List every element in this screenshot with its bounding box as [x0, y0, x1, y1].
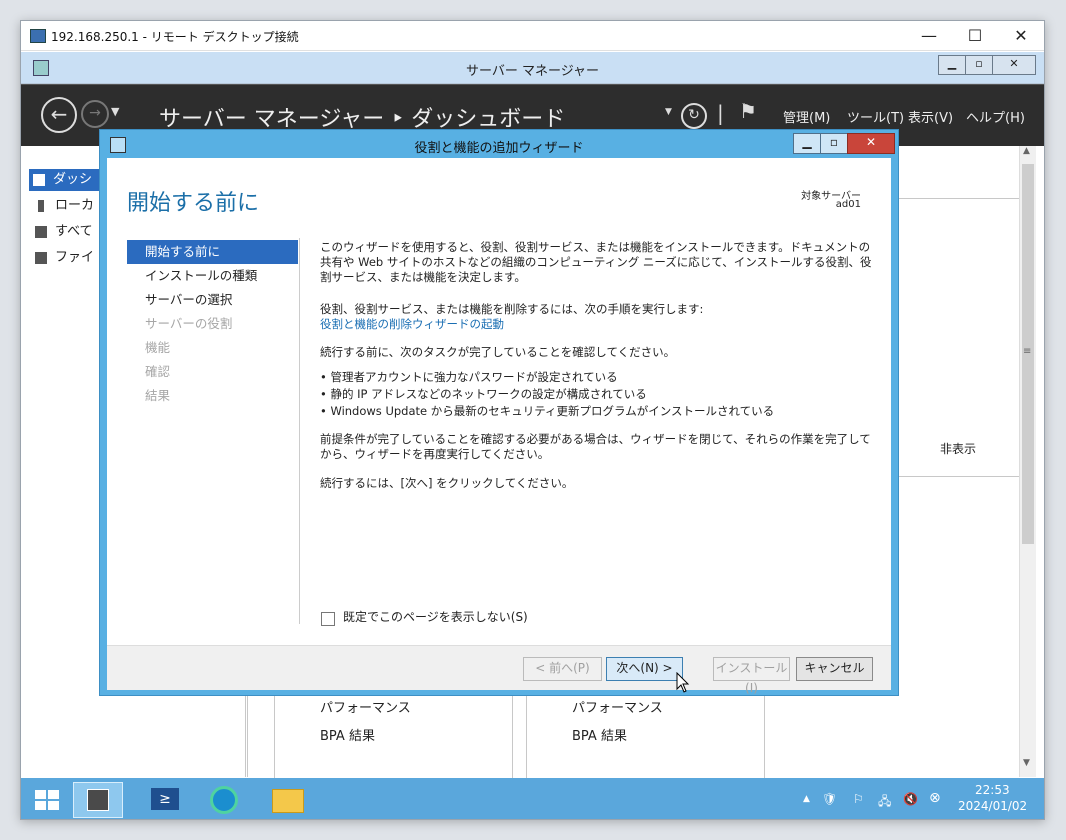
divider [247, 691, 248, 777]
server-icon [38, 199, 44, 212]
sm-maximize-button[interactable]: ▫ [965, 55, 993, 75]
page-title: 開始する前に [127, 191, 260, 216]
bullet-icon: • [320, 404, 331, 418]
step-features: 機能 [145, 340, 171, 355]
notification-x-icon[interactable]: ⊗ [929, 790, 941, 806]
previous-button[interactable]: < 前へ(P) [523, 657, 602, 681]
rdp-minimize-button[interactable]: — [906, 21, 952, 51]
tile-performance-label[interactable]: パフォーマンス [320, 697, 411, 716]
intro-text: このウィザードを使用すると、役割、役割サービス、または機能をインストールできます… [320, 240, 872, 284]
file-services-icon [35, 251, 47, 264]
clock-time[interactable]: 22:53 [975, 783, 1010, 797]
wizard-close-button[interactable]: ✕ [847, 133, 895, 154]
wizard-body: 開始する前に 対象サーバー ad01 開始する前に インストールの種類 サーバー… [107, 158, 891, 645]
skip-page-checkbox[interactable] [321, 612, 335, 626]
wizard-minimize-button[interactable]: ▁ [793, 133, 821, 154]
sidebar-item-label: ファイ [55, 250, 95, 265]
welcome-tile: 非表示 [892, 198, 1020, 477]
sm-scrollbar[interactable]: ▲ ≡ ▼ [1019, 146, 1036, 777]
prerequisite-text: 前提条件が完了していることを確認する必要がある場合は、ウィザードを閉じて、それら… [320, 432, 871, 461]
security-shield-icon[interactable]: 🛡 [822, 792, 837, 806]
bullet-icon: • [320, 387, 331, 401]
tray-chevron-up-icon[interactable]: ▲ [803, 794, 810, 804]
remove-wizard-link[interactable]: 役割と機能の削除ウィザードの起動 [320, 317, 880, 332]
sm-title-text: サーバー マネージャー [465, 64, 600, 79]
continue-text: 続行するには、[次へ] をクリックしてください。 [320, 476, 574, 490]
hide-link[interactable]: 非表示 [940, 440, 976, 457]
step-server-roles: サーバーの役割 [145, 316, 233, 331]
bullet-text: 静的 IP アドレスなどのネットワークの設定が構成されている [330, 387, 647, 401]
bullet-item: • Windows Update から最新のセキュリティ更新プログラムがインスト… [320, 404, 880, 419]
menu-manage[interactable]: 管理(M) [783, 107, 830, 126]
start-windows-icon[interactable] [23, 782, 71, 816]
back-arrow-icon[interactable]: ← [41, 97, 77, 133]
sidebar-item-label: ローカ [55, 198, 95, 213]
bullet-item: • 管理者アカウントに強力なパスワードが設定されている [320, 370, 880, 385]
sidebar-item-label: すべて [55, 224, 93, 239]
next-button[interactable]: 次へ(N) > [606, 657, 683, 681]
edge-icon[interactable] [201, 782, 249, 816]
clock-date[interactable]: 2024/01/02 [958, 799, 1027, 813]
steps-divider [299, 238, 300, 624]
menu-view[interactable]: 表示(V) [908, 107, 953, 126]
tile-bpa-label[interactable]: BPA 結果 [572, 725, 627, 744]
server-tile-1: パフォーマンス BPA 結果 [274, 691, 513, 782]
powershell-icon[interactable]: ≥ [141, 782, 189, 816]
rdp-maximize-button[interactable]: ☐ [952, 21, 998, 51]
dashboard-icon [33, 173, 45, 186]
taskbar: ≥ ▲ 🛡 ⚐ 🖧 🔇 ⊗ 22:53 2024/01/02 [21, 778, 1044, 819]
servers-icon [35, 225, 47, 238]
scroll-down-icon[interactable]: ▼ [1023, 758, 1030, 768]
skip-page-label[interactable]: 既定でこのページを表示しない(S) [343, 610, 903, 625]
target-server-value: ad01 [835, 199, 861, 210]
file-explorer-icon[interactable] [263, 782, 311, 816]
separator: | [717, 101, 724, 125]
mouse-pointer-icon [676, 672, 690, 693]
rdp-title-text: 192.168.250.1 - リモート デスクトップ接続 [51, 30, 299, 44]
scroll-up-icon[interactable]: ▲ [1023, 146, 1030, 156]
confirm-text: 続行する前に、次のタスクが完了していることを確認してください。 [320, 345, 676, 359]
bullet-icon: • [320, 370, 331, 384]
wizard-titlebar[interactable]: 役割と機能の追加ウィザード ▁ ▫ ✕ [100, 130, 898, 158]
refresh-icon[interactable]: ↻ [681, 103, 707, 129]
rdp-close-button[interactable]: ✕ [998, 21, 1044, 51]
network-icon[interactable]: 🖧 [878, 792, 891, 813]
cancel-button[interactable]: キャンセル [796, 657, 873, 681]
rdp-titlebar[interactable]: 192.168.250.1 - リモート デスクトップ接続 — ☐ ✕ [21, 21, 1044, 51]
menu-help[interactable]: ヘルプ(H) [966, 107, 1025, 126]
server-tile-2: パフォーマンス BPA 結果 [526, 691, 765, 782]
step-installation-type[interactable]: インストールの種類 [127, 264, 298, 288]
grip-icon: ≡ [1023, 346, 1032, 357]
sm-titlebar[interactable]: サーバー マネージャー ▁ ▫ ✕ [21, 52, 1044, 84]
volume-muted-icon[interactable]: 🔇 [903, 792, 918, 806]
sm-close-button[interactable]: ✕ [992, 55, 1036, 75]
tile-bpa-label[interactable]: BPA 結果 [320, 725, 375, 744]
remove-instructions: 役割、役割サービス、または機能を削除するには、次の手順を実行します: [320, 302, 704, 316]
step-confirmation: 確認 [145, 364, 171, 379]
menu-tools[interactable]: ツール(T) [847, 107, 904, 126]
step-server-selection[interactable]: サーバーの選択 [127, 288, 298, 312]
install-button[interactable]: インストール(I) [713, 657, 790, 695]
add-roles-wizard: 役割と機能の追加ウィザード ▁ ▫ ✕ 開始する前に 対象サーバー ad01 開… [99, 129, 899, 696]
notification-flag-icon[interactable]: ⚑ [739, 99, 757, 123]
bullet-text: Windows Update から最新のセキュリティ更新プログラムがインストール… [330, 404, 775, 418]
refresh-chevron-down-icon[interactable]: ▼ [665, 107, 672, 117]
forward-arrow-icon[interactable]: → [81, 100, 109, 128]
step-results: 結果 [145, 388, 171, 403]
bullet-item: • 静的 IP アドレスなどのネットワークの設定が構成されている [320, 387, 880, 402]
bullet-text: 管理者アカウントに強力なパスワードが設定されている [330, 370, 618, 384]
sm-minimize-button[interactable]: ▁ [938, 55, 966, 75]
wizard-maximize-button[interactable]: ▫ [820, 133, 848, 154]
rdp-app-icon [30, 29, 46, 43]
server-manager-taskbar-icon[interactable] [73, 782, 123, 818]
wizard-footer: < 前へ(P) 次へ(N) > インストール(I) キャンセル [107, 645, 891, 695]
action-center-icon[interactable]: ⚐ [853, 792, 864, 806]
tile-performance-label[interactable]: パフォーマンス [572, 697, 663, 716]
wizard-title-text: 役割と機能の追加ウィザード [414, 141, 584, 156]
step-before-you-begin[interactable]: 開始する前に [127, 240, 298, 264]
sidebar-item-label: ダッシ [53, 172, 93, 187]
history-chevron-down-icon[interactable]: ▼ [111, 105, 119, 118]
